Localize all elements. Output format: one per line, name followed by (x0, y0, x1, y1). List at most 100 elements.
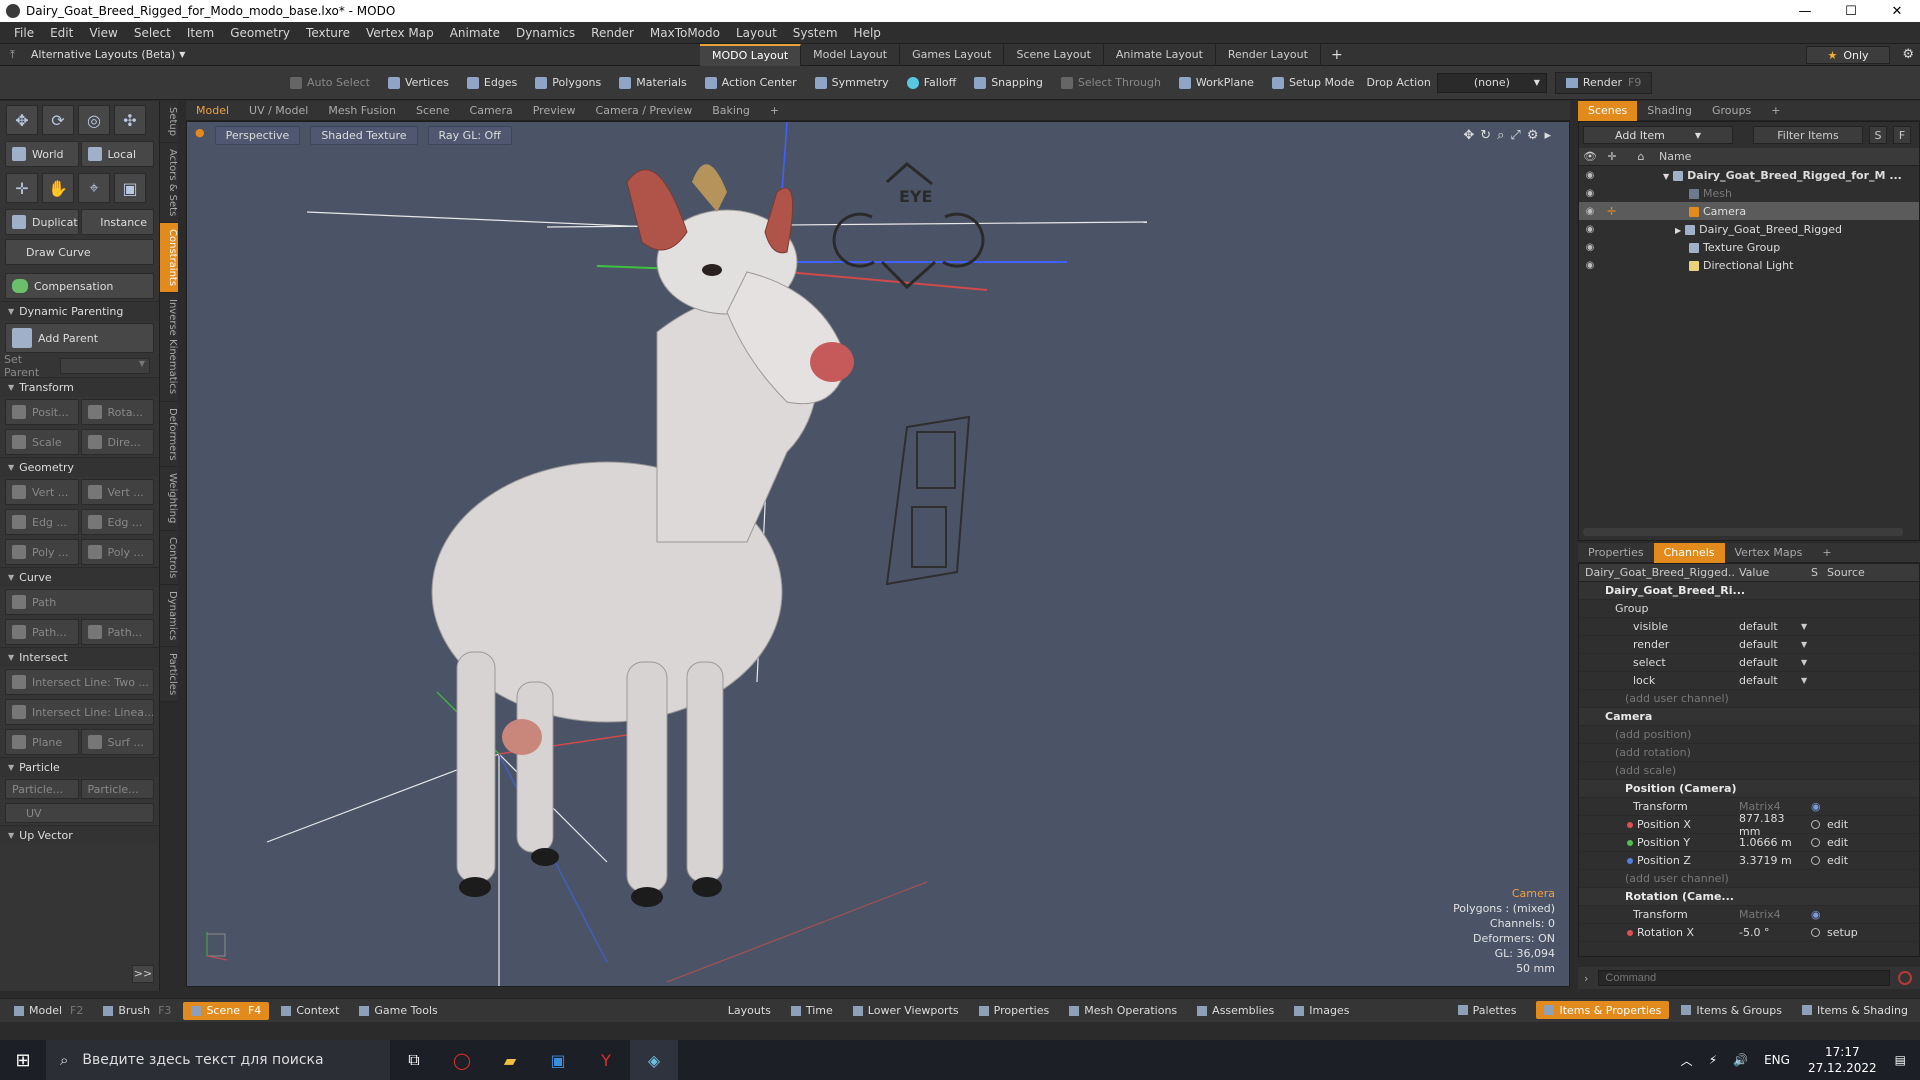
menu-file[interactable]: File (6, 26, 42, 40)
side-tab-controls[interactable]: Controls (160, 531, 178, 585)
tab-games-layout[interactable]: Games Layout (900, 43, 1005, 66)
gear-icon[interactable]: ⚙ (1527, 128, 1539, 143)
plane-button[interactable]: Plane (5, 729, 79, 755)
pan-icon[interactable]: ✥ (1463, 128, 1474, 143)
symmetry-button[interactable]: Symmetry (807, 72, 897, 94)
path-button[interactable]: Path (5, 589, 154, 615)
channel-row-rotation-transform[interactable]: Transform Matrix4 ◉ (1579, 906, 1919, 924)
play-icon[interactable]: ▸ (1544, 128, 1551, 143)
channel-row-select[interactable]: select default ▼ (1579, 654, 1919, 672)
menu-dynamics[interactable]: Dynamics (508, 26, 583, 40)
items-groups-button[interactable]: Items & Groups (1673, 1001, 1790, 1019)
assemblies-button[interactable]: Assemblies (1189, 1002, 1282, 1020)
tree-item-mesh[interactable]: ◉ Mesh (1579, 184, 1919, 202)
viewport-tab-scene[interactable]: Scene (406, 101, 460, 121)
channel-value[interactable]: 1.0666 m (1739, 836, 1809, 849)
viewport-tab-camera[interactable]: Camera (460, 101, 523, 121)
rotate-tool-icon[interactable]: ⟳ (42, 105, 74, 135)
add-scale-row[interactable]: (add scale) (1579, 762, 1919, 780)
add-viewport-tab-button[interactable]: + (760, 101, 789, 121)
vertex-button-2[interactable]: Vert ... (80, 479, 154, 505)
command-input[interactable] (1598, 970, 1891, 986)
render-button[interactable]: Render F9 (1554, 71, 1653, 94)
add-user-channel-row[interactable]: (add user channel) (1579, 690, 1919, 708)
compensation-toggle[interactable]: Compensation (5, 273, 154, 299)
add-parent-button[interactable]: Add Parent (5, 323, 154, 353)
add-user-channel-row[interactable]: (add user channel) (1579, 870, 1919, 888)
tab-vertex-maps[interactable]: Vertex Maps (1725, 543, 1813, 563)
up-vector-header[interactable]: ▼ Up Vector (0, 825, 159, 845)
set-parent-dropdown[interactable]: ▼ (60, 358, 150, 374)
menu-item[interactable]: Item (179, 26, 222, 40)
tab-modo-layout[interactable]: MODO Layout (700, 43, 802, 66)
world-button[interactable]: World (5, 141, 79, 167)
geometry-header[interactable]: ▼ Geometry (0, 457, 159, 477)
channel-value[interactable]: default (1739, 656, 1809, 669)
chevron-down-icon[interactable]: ▼ (1801, 676, 1807, 685)
tab-render-layout[interactable]: Render Layout (1216, 43, 1321, 66)
side-tab-deformers[interactable]: Deformers (160, 402, 178, 468)
workplane-button[interactable]: WorkPlane (1171, 72, 1262, 94)
menu-view[interactable]: View (81, 26, 125, 40)
side-tab-setup[interactable]: Setup (160, 101, 178, 144)
channel-group-group[interactable]: Group (1579, 600, 1919, 618)
properties-button[interactable]: Properties (971, 1002, 1058, 1020)
game-tools-button[interactable]: Game Tools (351, 1002, 445, 1020)
add-rotation-row[interactable]: (add rotation) (1579, 744, 1919, 762)
poly-button-2[interactable]: Poly ... (80, 539, 154, 565)
element-move-icon[interactable]: ✋ (42, 173, 74, 203)
cube-icon[interactable]: ▣ (114, 173, 146, 203)
vertex-button-1[interactable]: Vert ... (5, 479, 79, 505)
language-indicator[interactable]: ENG (1764, 1053, 1790, 1067)
ray-gl-toggle[interactable]: Ray GL: Off (427, 126, 512, 145)
side-tab-particles[interactable]: Particles (160, 647, 178, 703)
drop-action-dropdown[interactable]: (none) ▼ (1436, 72, 1547, 93)
gear-icon[interactable]: ⚙ (1902, 47, 1914, 62)
s-button[interactable]: S (1869, 126, 1887, 144)
keyframe-dot[interactable] (1811, 838, 1820, 847)
channel-group-item[interactable]: Dairy_Goat_Breed_Ri... (1579, 582, 1919, 600)
falloff-button[interactable]: Falloff (899, 72, 964, 94)
shaded-texture-dropdown[interactable]: Shaded Texture (310, 126, 418, 145)
fit-icon[interactable]: ⤢ (1510, 128, 1520, 143)
menu-vertex-map[interactable]: Vertex Map (358, 26, 442, 40)
menu-edit[interactable]: Edit (42, 26, 81, 40)
only-button[interactable]: ★ Only (1806, 46, 1890, 64)
channel-group-rotation[interactable]: Rotation (Came... (1579, 888, 1919, 906)
tab-scenes[interactable]: Scenes (1578, 100, 1638, 121)
channel-value[interactable]: default (1739, 674, 1809, 687)
auto-select-button[interactable]: Auto Select (282, 72, 378, 94)
menu-help[interactable]: Help (846, 26, 889, 40)
rotation-button[interactable]: Rota... (80, 399, 154, 425)
close-button[interactable]: ✕ (1874, 0, 1920, 22)
channel-row-lock[interactable]: lock default ▼ (1579, 672, 1919, 690)
channel-row-rotation-x[interactable]: Rotation X -5.0 ° setup (1579, 924, 1919, 942)
filter-items-input[interactable]: Filter Items (1753, 126, 1863, 144)
link-icon[interactable]: ◉ (1811, 908, 1821, 921)
side-tab-dynamics[interactable]: Dynamics (160, 585, 178, 648)
menu-animate[interactable]: Animate (442, 26, 508, 40)
lock-plus-icon[interactable]: ✛ (1607, 205, 1616, 218)
horizontal-scrollbar[interactable] (1583, 528, 1903, 536)
tab-channels[interactable]: Channels (1653, 542, 1725, 563)
particle-header[interactable]: ▼ Particle (0, 757, 159, 777)
maximize-button[interactable]: ☐ (1828, 0, 1874, 22)
polygons-button[interactable]: Polygons (527, 72, 609, 94)
menu-select[interactable]: Select (126, 26, 179, 40)
particle-button-2[interactable]: Particle... (80, 779, 154, 799)
add-panel-tab-button[interactable]: + (1761, 101, 1790, 121)
file-explorer-icon[interactable]: ▰ (486, 1040, 534, 1080)
mesh-operations-button[interactable]: Mesh Operations (1061, 1002, 1185, 1020)
add-item-dropdown[interactable]: Add Item ▼ (1583, 126, 1733, 144)
path-button-2[interactable]: Path... (5, 619, 79, 645)
viewport-tab-uv-model[interactable]: UV / Model (239, 101, 318, 121)
viewport-tab-mesh-fusion[interactable]: Mesh Fusion (318, 101, 406, 121)
store-icon[interactable]: ▣ (534, 1040, 582, 1080)
tab-model-layout[interactable]: Model Layout (801, 43, 901, 66)
keyframe-dot[interactable] (1811, 820, 1820, 829)
yandex-browser-icon[interactable]: Y (582, 1040, 630, 1080)
network-icon[interactable]: ⚡ (1709, 1053, 1717, 1067)
curve-header[interactable]: ▼ Curve (0, 567, 159, 587)
direction-button[interactable]: Dire... (80, 429, 154, 455)
duplicate-button[interactable]: Duplicate (5, 209, 79, 235)
